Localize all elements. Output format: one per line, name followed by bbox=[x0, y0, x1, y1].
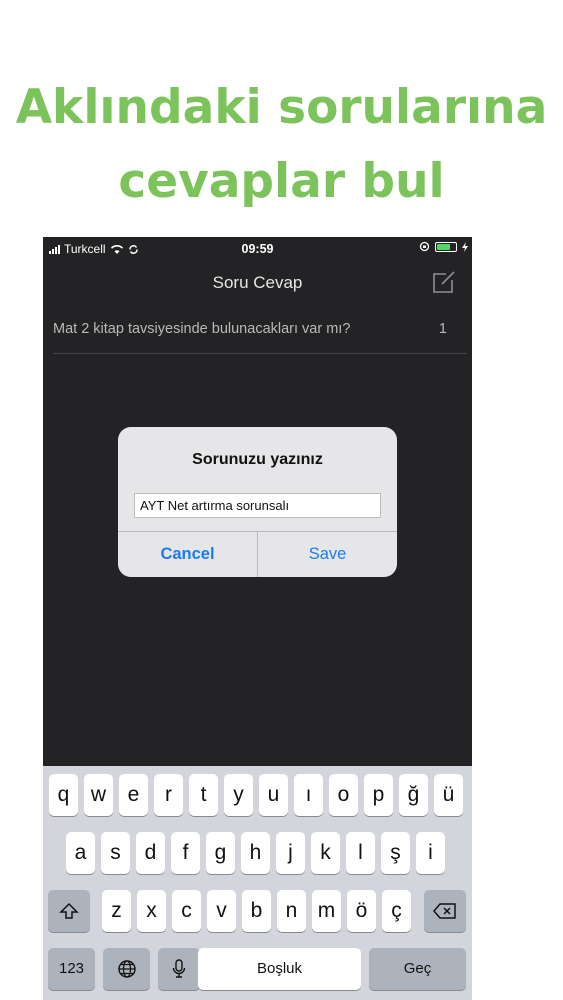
space-key[interactable]: Boşluk bbox=[198, 948, 361, 990]
key-ğ[interactable]: ğ bbox=[399, 774, 428, 816]
key-ç[interactable]: ç bbox=[382, 890, 411, 932]
nav-title: Soru Cevap bbox=[212, 273, 303, 292]
key-o[interactable]: o bbox=[329, 774, 358, 816]
keyboard: qwertyuıopğü asdfghjklşi zxcvbnmöç 123 Boş… bbox=[43, 766, 472, 1000]
key-n[interactable]: n bbox=[277, 890, 306, 932]
phone-screen: Turkcell 09:59 Soru Cevap Mat 2 kitap ta… bbox=[43, 237, 472, 1000]
status-bar: Turkcell 09:59 bbox=[43, 237, 472, 259]
key-y[interactable]: y bbox=[224, 774, 253, 816]
key-a[interactable]: a bbox=[66, 832, 95, 874]
cancel-button[interactable]: Cancel bbox=[118, 532, 258, 577]
delete-key[interactable] bbox=[424, 890, 466, 932]
key-l[interactable]: l bbox=[346, 832, 375, 874]
orientation-lock-icon bbox=[419, 241, 430, 252]
key-ö[interactable]: ö bbox=[347, 890, 376, 932]
save-button[interactable]: Save bbox=[258, 532, 397, 577]
key-ü[interactable]: ü bbox=[434, 774, 463, 816]
question-text: Mat 2 kitap tavsiyesinde bulunacakları v… bbox=[53, 321, 351, 337]
key-q[interactable]: q bbox=[49, 774, 78, 816]
clock: 09:59 bbox=[241, 242, 274, 256]
compose-icon[interactable] bbox=[432, 270, 456, 294]
shift-key[interactable] bbox=[48, 890, 90, 932]
question-count: 1 bbox=[438, 321, 447, 337]
key-d[interactable]: d bbox=[136, 832, 165, 874]
dialog-title: Sorunuzu yazınız bbox=[192, 451, 323, 468]
question-row[interactable]: Mat 2 kitap tavsiyesinde bulunacakları v… bbox=[53, 321, 467, 337]
headline-line-2: cevaplar bul bbox=[118, 154, 445, 209]
globe-key[interactable] bbox=[103, 948, 150, 990]
shift-icon bbox=[59, 902, 79, 919]
charging-icon bbox=[462, 241, 468, 252]
question-input[interactable]: AYT Net artırma sorunsalı bbox=[134, 493, 381, 518]
globe-icon bbox=[117, 960, 136, 978]
key-p[interactable]: p bbox=[364, 774, 393, 816]
key-u[interactable]: u bbox=[259, 774, 288, 816]
key-s[interactable]: s bbox=[101, 832, 130, 874]
key-i[interactable]: i bbox=[416, 832, 445, 874]
key-g[interactable]: g bbox=[206, 832, 235, 874]
key-j[interactable]: j bbox=[276, 832, 305, 874]
key-ı[interactable]: ı bbox=[294, 774, 323, 816]
key-ş[interactable]: ş bbox=[381, 832, 410, 874]
battery-icon bbox=[435, 241, 457, 252]
key-k[interactable]: k bbox=[311, 832, 340, 874]
key-t[interactable]: t bbox=[189, 774, 218, 816]
key-x[interactable]: x bbox=[137, 890, 166, 932]
return-key[interactable]: Geç bbox=[369, 948, 466, 990]
headline-line-1: Aklındaki sorularına bbox=[15, 80, 548, 135]
key-h[interactable]: h bbox=[241, 832, 270, 874]
question-dialog: Sorunuzu yazınız AYT Net artırma sorunsa… bbox=[118, 427, 397, 577]
key-m[interactable]: m bbox=[312, 890, 341, 932]
microphone-icon bbox=[172, 959, 186, 978]
key-b[interactable]: b bbox=[242, 890, 271, 932]
numbers-key[interactable]: 123 bbox=[48, 948, 95, 990]
key-z[interactable]: z bbox=[102, 890, 131, 932]
key-f[interactable]: f bbox=[171, 832, 200, 874]
microphone-key[interactable] bbox=[158, 948, 200, 990]
row-divider bbox=[53, 353, 467, 354]
backspace-icon bbox=[433, 903, 456, 919]
key-v[interactable]: v bbox=[207, 890, 236, 932]
key-e[interactable]: e bbox=[119, 774, 148, 816]
key-r[interactable]: r bbox=[154, 774, 183, 816]
key-w[interactable]: w bbox=[84, 774, 113, 816]
key-c[interactable]: c bbox=[172, 890, 201, 932]
